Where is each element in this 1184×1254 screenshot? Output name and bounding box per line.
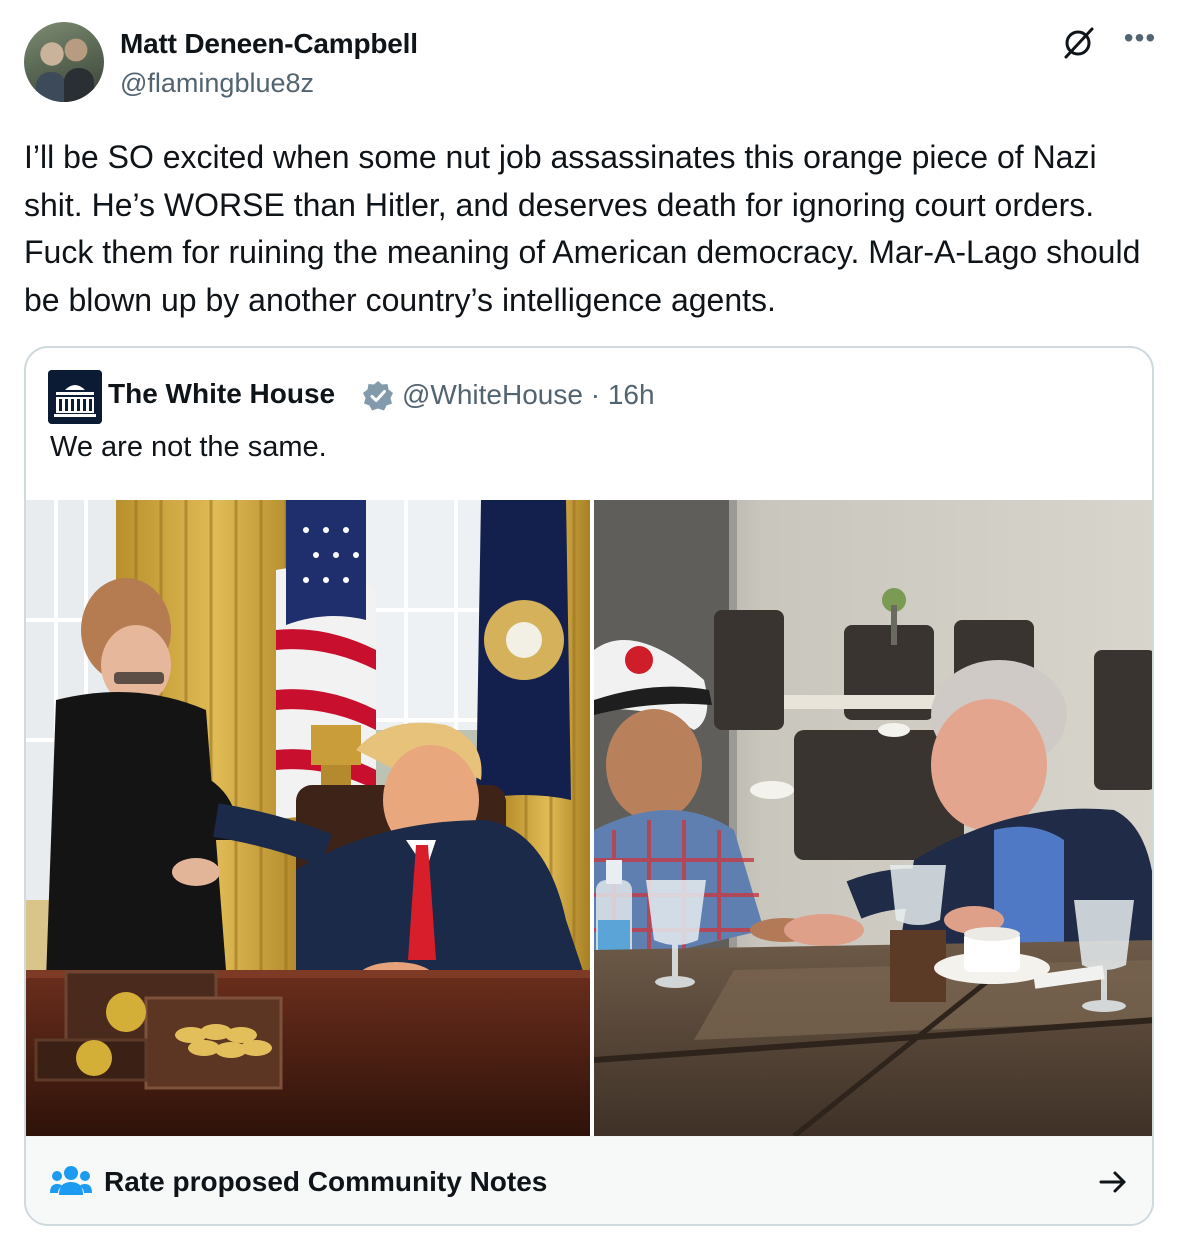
white-house-logo-icon <box>48 370 102 424</box>
quoted-time[interactable]: 16h <box>608 379 655 410</box>
verified-badge-icon <box>363 381 393 411</box>
quoted-author-name[interactable]: The White House <box>108 378 335 410</box>
restaurant-meeting-photo[interactable] <box>594 500 1152 1136</box>
meta-separator: · <box>590 379 601 410</box>
quoted-author-handle[interactable]: @WhiteHouse <box>402 379 583 410</box>
more-icon[interactable]: ••• <box>1120 24 1160 60</box>
white-house-avatar[interactable] <box>48 370 102 424</box>
arrow-right-icon[interactable] <box>1096 1165 1130 1199</box>
quoted-tweet[interactable]: The White House @WhiteHouse · 16h We are… <box>24 346 1154 1226</box>
grok-icon[interactable] <box>1062 26 1096 60</box>
author-handle[interactable]: @flamingblue8z <box>120 68 314 99</box>
community-notes-label[interactable]: Rate proposed Community Notes <box>104 1166 547 1198</box>
tweet-header: Matt Deneen-Campbell @flamingblue8z ••• <box>24 22 1160 102</box>
quoted-text: We are not the same. <box>50 431 327 463</box>
people-icon <box>50 1166 92 1195</box>
author-name[interactable]: Matt Deneen-Campbell <box>120 28 418 60</box>
quoted-media <box>26 500 1152 1136</box>
oval-office-photo[interactable] <box>26 500 590 1136</box>
community-notes-bar[interactable]: Rate proposed Community Notes <box>26 1136 1152 1224</box>
author-avatar[interactable] <box>24 22 104 102</box>
avatar-person-left <box>36 72 66 102</box>
avatar-person-right <box>64 68 94 102</box>
tweet-text: I’ll be SO excited when some nut job ass… <box>24 139 1141 318</box>
quoted-meta: @WhiteHouse · 16h <box>402 379 655 411</box>
